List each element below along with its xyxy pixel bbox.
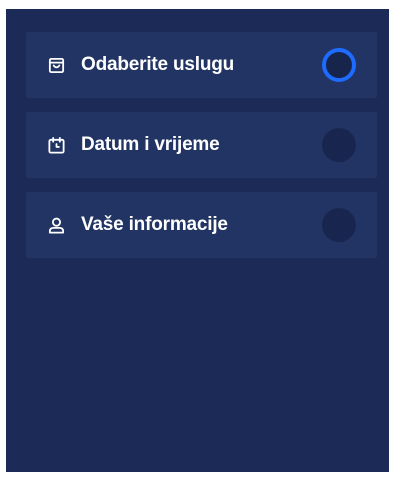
step-label: Odaberite uslugu [81,54,235,75]
step-select-service[interactable]: Odaberite uslugu [26,32,377,98]
steps-sidebar: Odaberite uslugu Datum i vrijeme Vaše in… [6,9,389,472]
step-status-indicator [322,208,356,242]
shopping-bag-icon [47,56,66,75]
step-status-indicator-active [322,48,356,82]
user-icon [47,216,66,235]
step-your-information[interactable]: Vaše informacije [26,192,377,258]
step-label: Vaše informacije [81,214,228,235]
page: Odaberite uslugu Datum i vrijeme Vaše in… [0,0,395,479]
step-status-indicator [322,128,356,162]
step-date-time[interactable]: Datum i vrijeme [26,112,377,178]
calendar-icon [47,136,66,155]
step-label: Datum i vrijeme [81,134,220,155]
